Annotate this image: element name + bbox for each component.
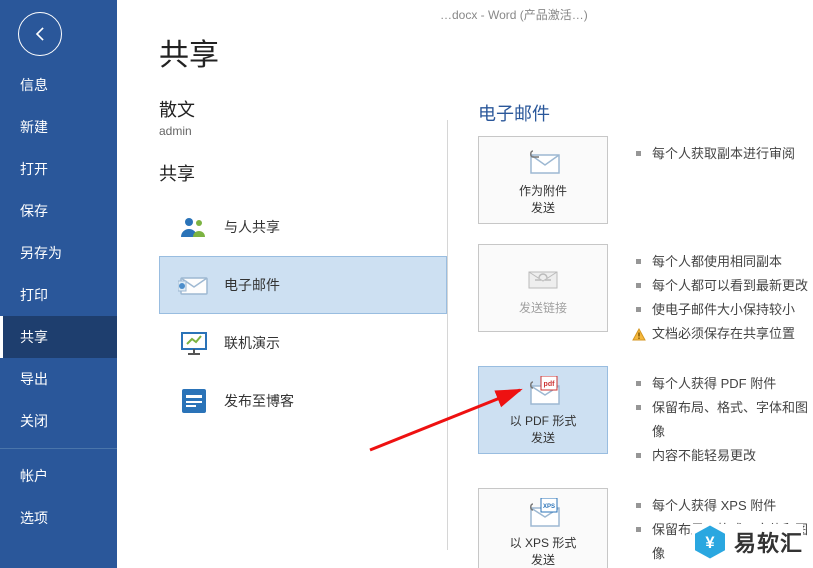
svg-text:pdf: pdf xyxy=(544,381,556,388)
watermark-logo-icon: ¥ xyxy=(692,524,728,560)
share-item-label: 电子邮件 xyxy=(224,275,280,295)
section-title: 共享 xyxy=(159,160,447,186)
option-label-1: 发送链接 xyxy=(519,299,567,316)
arrow-left-icon xyxy=(30,24,50,44)
nav-footer-item-1[interactable]: 选项 xyxy=(0,497,117,539)
nav-item-8[interactable]: 关闭 xyxy=(0,400,117,442)
nav-item-0[interactable]: 信息 xyxy=(0,64,117,106)
attach-icon xyxy=(525,144,561,178)
window-title: …docx - Word (产品激活…) xyxy=(440,0,588,23)
nav-item-2[interactable]: 打开 xyxy=(0,148,117,190)
option-bullet: 每个人都使用相同副本 xyxy=(634,250,813,274)
link-icon xyxy=(525,261,561,295)
email-option-desc-0: 每个人获取副本进行审阅 xyxy=(608,136,813,224)
option-label-2: 发送 xyxy=(531,551,555,568)
envelope-icon xyxy=(174,273,214,297)
email-option-desc-2: 每个人获得 PDF 附件保留布局、格式、字体和图像内容不能轻易更改 xyxy=(608,366,813,468)
option-bullet: 每个人获得 XPS 附件 xyxy=(634,494,813,518)
email-option-row-0: 作为附件发送 每个人获取副本进行审阅 xyxy=(478,136,813,224)
email-option-button-1: 发送链接 xyxy=(478,244,608,332)
present-icon xyxy=(174,330,214,356)
email-option-row-2: pdf 以 PDF 形式发送 每个人获得 PDF 附件保留布局、格式、字体和图像内容… xyxy=(478,366,813,468)
xps-icon: XPS xyxy=(525,496,561,530)
option-label-1: 以 XPS 形式 xyxy=(510,534,577,551)
share-list: 与人共享电子邮件联机演示发布至博客 xyxy=(159,198,447,430)
doc-author: admin xyxy=(159,124,447,138)
email-heading: 电子邮件 xyxy=(478,100,813,126)
share-item-label: 发布至博客 xyxy=(224,391,294,411)
option-warning: 文档必须保存在共享位置 xyxy=(634,322,813,346)
blog-icon xyxy=(174,387,214,415)
option-label-1: 作为附件 xyxy=(519,182,567,199)
option-bullet: 每个人获得 PDF 附件 xyxy=(634,372,813,396)
share-item-label: 联机演示 xyxy=(224,333,280,353)
option-label-2: 发送 xyxy=(531,429,555,446)
doc-title: 散文 xyxy=(159,96,447,122)
svg-text:XPS: XPS xyxy=(543,504,555,510)
nav-item-6[interactable]: 共享 xyxy=(0,316,117,358)
page-title: 共享 xyxy=(159,30,447,74)
nav-item-1[interactable]: 新建 xyxy=(0,106,117,148)
email-option-desc-1: 每个人都使用相同副本每个人都可以看到最新更改使电子邮件大小保持较小文档必须保存在… xyxy=(608,244,813,346)
option-bullet: 内容不能轻易更改 xyxy=(634,444,813,468)
watermark: ¥ 易软汇 xyxy=(692,524,803,560)
sidebar: 信息新建打开保存另存为打印共享导出关闭 帐户选项 xyxy=(0,0,117,568)
share-item-label: 与人共享 xyxy=(224,217,280,237)
option-bullet: 保留布局、格式、字体和图像 xyxy=(634,396,813,444)
email-option-button-0[interactable]: 作为附件发送 xyxy=(478,136,608,224)
share-item-2[interactable]: 联机演示 xyxy=(159,314,447,372)
nav-item-5[interactable]: 打印 xyxy=(0,274,117,316)
nav-footer-item-0[interactable]: 帐户 xyxy=(0,455,117,497)
option-label-2: 发送 xyxy=(531,199,555,216)
nav-item-3[interactable]: 保存 xyxy=(0,190,117,232)
back-button[interactable] xyxy=(18,12,62,56)
option-label-1: 以 PDF 形式 xyxy=(510,412,577,429)
option-bullet: 使电子邮件大小保持较小 xyxy=(634,298,813,322)
people-icon xyxy=(174,215,214,239)
nav-separator xyxy=(0,448,117,449)
option-bullet: 每个人都可以看到最新更改 xyxy=(634,274,813,298)
watermark-text: 易软汇 xyxy=(734,526,803,558)
nav-item-7[interactable]: 导出 xyxy=(0,358,117,400)
pdf-icon: pdf xyxy=(525,374,561,408)
nav-item-4[interactable]: 另存为 xyxy=(0,232,117,274)
email-option-button-2[interactable]: pdf 以 PDF 形式发送 xyxy=(478,366,608,454)
share-item-3[interactable]: 发布至博客 xyxy=(159,372,447,430)
email-option-row-1: 发送链接 每个人都使用相同副本每个人都可以看到最新更改使电子邮件大小保持较小文档必… xyxy=(478,244,813,346)
option-bullet: 每个人获取副本进行审阅 xyxy=(634,142,813,166)
svg-text:¥: ¥ xyxy=(705,534,715,552)
share-item-1[interactable]: 电子邮件 xyxy=(159,256,447,314)
share-item-0[interactable]: 与人共享 xyxy=(159,198,447,256)
warning-icon xyxy=(632,326,646,350)
email-option-button-3[interactable]: XPS 以 XPS 形式发送 xyxy=(478,488,608,568)
